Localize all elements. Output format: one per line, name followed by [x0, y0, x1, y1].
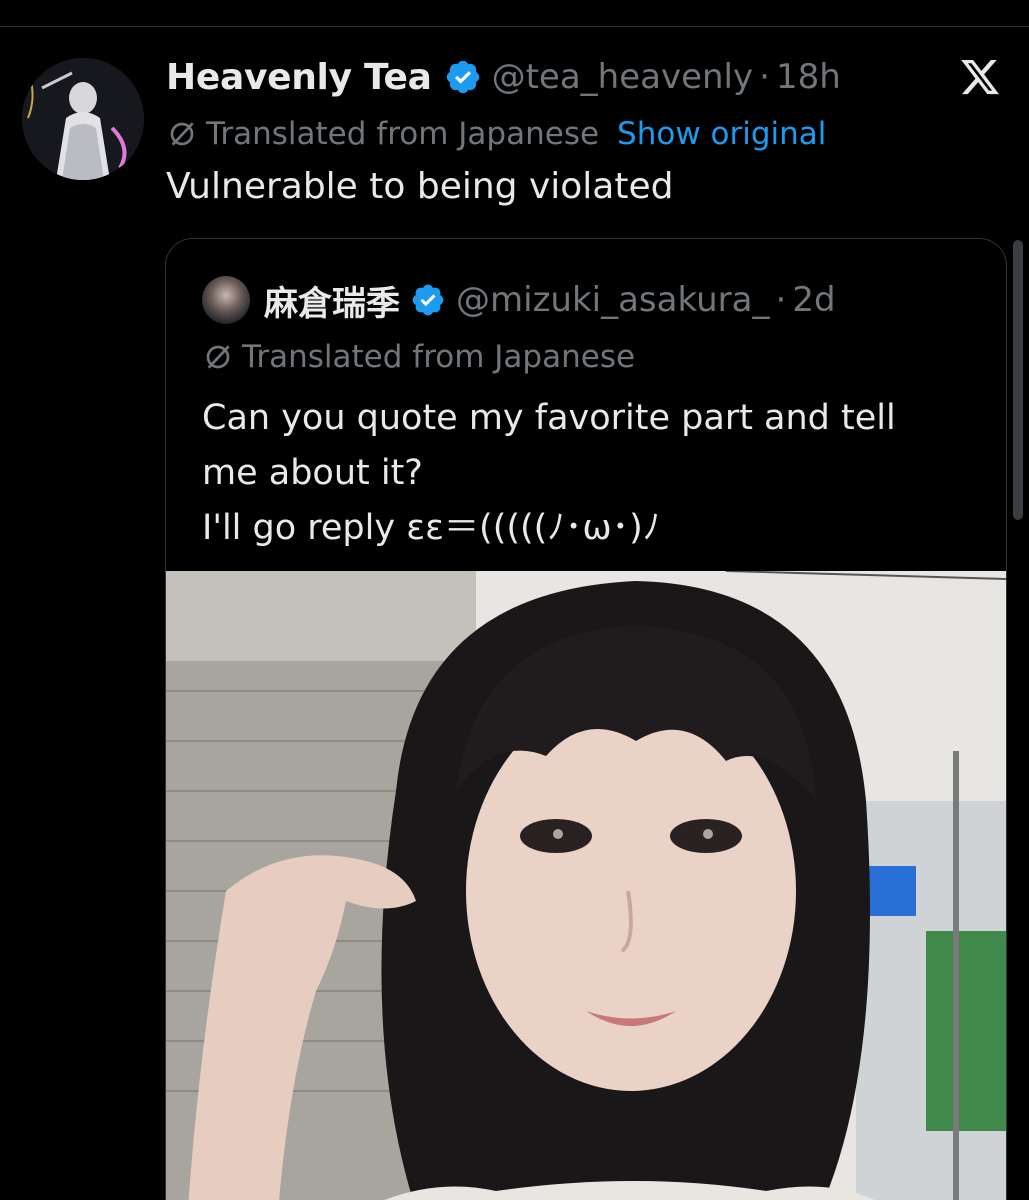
quoted-text-line: I'll go reply εε＝(((((ﾉ･ω･)ﾉ [202, 508, 661, 548]
translated-label: Translated from Japanese [206, 116, 600, 152]
avatar-image [22, 58, 144, 180]
quoted-tweet-timestamp[interactable]: 2d [792, 280, 835, 320]
quoted-translation-notice: Translated from Japanese [202, 339, 635, 375]
quoted-author-display-name[interactable]: 麻倉瑞季 [264, 276, 400, 325]
translate-icon [206, 345, 230, 369]
verified-badge-icon [412, 284, 444, 316]
photo-image [166, 571, 1006, 1200]
quoted-header-separator: · [775, 280, 787, 320]
quoted-tweet-text: Can you quote my favorite part and tell … [202, 391, 982, 556]
show-original-link[interactable]: Show original [617, 116, 826, 152]
quoted-translated-label: Translated from Japanese [242, 339, 636, 375]
author-avatar[interactable] [22, 58, 144, 180]
translate-icon [170, 122, 194, 146]
x-logo-icon[interactable] [959, 56, 1001, 98]
tweet-screen: Heavenly Tea @tea_heavenly · 18h Transla… [0, 0, 1029, 1200]
tweet-text: Vulnerable to being violated [166, 166, 674, 207]
quoted-tweet-photo[interactable] [166, 571, 1006, 1200]
quoted-tweet-header: 麻倉瑞季 @mizuki_asakura_ · 2d [202, 275, 836, 325]
quoted-text-line: me about it? [202, 453, 423, 493]
translation-notice: Translated from Japanese Show original [166, 112, 826, 156]
verified-badge-icon [446, 60, 479, 94]
quoted-text-line: Can you quote my favorite part and tell [202, 398, 896, 438]
tweet-timestamp[interactable]: 18h [776, 57, 841, 97]
author-display-name[interactable]: Heavenly Tea [166, 57, 432, 98]
author-handle[interactable]: @tea_heavenly [492, 57, 754, 97]
top-divider [0, 26, 1029, 27]
quoted-author-handle[interactable]: @mizuki_asakura_ [456, 280, 770, 320]
tweet-header: Heavenly Tea @tea_heavenly · 18h [166, 52, 841, 102]
header-separator: · [759, 57, 770, 97]
quoted-tweet-card[interactable]: 麻倉瑞季 @mizuki_asakura_ · 2d Translated fr… [165, 238, 1007, 1200]
scrollbar-thumb[interactable] [1013, 240, 1023, 520]
quoted-author-avatar[interactable] [202, 276, 250, 324]
